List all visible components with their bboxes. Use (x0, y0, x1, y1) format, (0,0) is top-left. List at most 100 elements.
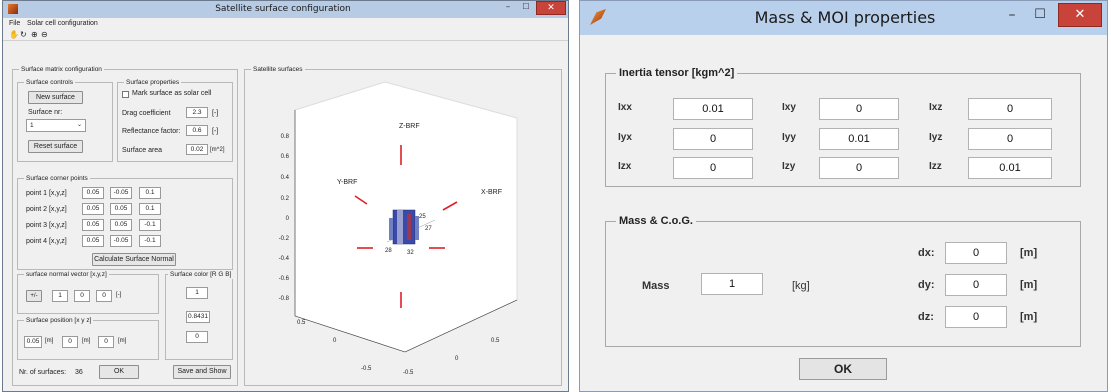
x-tick-label: 0.5 (491, 338, 500, 344)
normal-y-field[interactable]: 0 (74, 290, 90, 302)
inertia-label: Iyy (782, 132, 796, 143)
normal-x-field[interactable]: 1 (52, 290, 68, 302)
reflectance-unit: [-] (212, 128, 219, 135)
close-button[interactable]: ✕ (536, 1, 566, 15)
corner-y-field[interactable]: -0.05 (110, 235, 132, 247)
satellite-face (407, 214, 411, 240)
dx-unit: [m] (1020, 247, 1038, 259)
flip-normal-button[interactable]: +/- (26, 290, 42, 302)
corner-row-label: point 1 [x,y,z] (26, 190, 67, 197)
izz-field[interactable]: 0.01 (968, 157, 1052, 179)
iyz-field[interactable]: 0 (968, 128, 1052, 150)
surface-properties-title: Surface properties (124, 78, 182, 87)
color-g-field[interactable]: 0.8431 (186, 311, 210, 323)
dx-label: dx: (918, 247, 935, 259)
y-tick-label: 0.8 (281, 134, 290, 140)
normal-vector-group: surface normal vector [x,y,z] +/- 1 0 0 … (17, 270, 159, 314)
satellite-body (392, 209, 416, 245)
hand-icon[interactable]: ✋ (9, 30, 19, 39)
corner-z-field[interactable]: 0.1 (139, 203, 161, 215)
menu-file[interactable]: File (9, 20, 20, 27)
ok-button[interactable]: OK (99, 365, 139, 379)
x-brf-label: X-BRF (481, 189, 502, 196)
iyx-field[interactable]: 0 (673, 128, 753, 150)
drag-coefficient-field[interactable]: 2.3 (186, 107, 208, 118)
surface-color-group: Surface color [R G B] 1 0.8431 0 (165, 270, 234, 360)
normal-z-field[interactable]: 0 (96, 290, 112, 302)
corner-points-title: Surface corner points (24, 174, 90, 183)
corner-x-field[interactable]: 0.05 (82, 235, 104, 247)
maximize-button[interactable]: ☐ (518, 1, 534, 15)
dy-field[interactable]: 0 (945, 274, 1007, 296)
close-button[interactable]: ✕ (1058, 3, 1102, 27)
drag-coefficient-label: Drag coefficient (122, 110, 171, 117)
minimize-button[interactable]: – (500, 1, 516, 15)
satellite-panel (389, 218, 393, 240)
izy-field[interactable]: 0 (819, 157, 899, 179)
mass-label: Mass (642, 280, 670, 292)
nr-surfaces-label: Nr. of surfaces: (19, 369, 67, 376)
inertia-label: Izx (618, 161, 632, 172)
minimize-button[interactable]: – (1000, 7, 1024, 25)
x-tick-label: 0.5 (297, 320, 306, 326)
maximize-button[interactable]: ☐ (1028, 7, 1052, 25)
iyy-field[interactable]: 0.01 (819, 128, 899, 150)
surface-area-field[interactable]: 0.02 (186, 144, 208, 155)
ixy-field[interactable]: 0 (819, 98, 899, 120)
menu-solar-cell-configuration[interactable]: Solar cell configuration (27, 20, 98, 27)
position-z-field[interactable]: 0 (98, 336, 114, 348)
surface-nr-label: Surface nr: (28, 109, 63, 116)
surface-properties-group: Surface properties Mark surface as solar… (117, 78, 233, 162)
rotate-icon[interactable]: ↻ (20, 30, 27, 39)
color-b-field[interactable]: 0 (186, 331, 208, 343)
chevron-down-icon: ⌄ (76, 122, 82, 128)
surface-nr-select[interactable]: 1 ⌄ (26, 119, 86, 132)
corner-z-field[interactable]: 0.1 (139, 187, 161, 199)
corner-x-field[interactable]: 0.05 (82, 219, 104, 231)
reset-surface-button[interactable]: Reset surface (28, 140, 83, 153)
corner-z-field[interactable]: -0.1 (139, 235, 161, 247)
ixx-field[interactable]: 0.01 (673, 98, 753, 120)
dz-unit: [m] (1020, 311, 1038, 323)
y-tick-label: -0.8 (279, 296, 290, 302)
surface-nr-value: 1 (30, 122, 34, 129)
position-y-field[interactable]: 0 (62, 336, 78, 348)
ok-button[interactable]: OK (799, 358, 887, 380)
corner-x-field[interactable]: 0.05 (82, 203, 104, 215)
surface-controls-group: Surface controls New surface Surface nr:… (17, 78, 113, 162)
position-unit: [m] (118, 338, 127, 344)
dz-field[interactable]: 0 (945, 306, 1007, 328)
mark-solar-label: Mark surface as solar cell (132, 90, 212, 97)
corner-z-field[interactable]: -0.1 (139, 219, 161, 231)
izx-field[interactable]: 0 (673, 157, 753, 179)
solar-cell-checkbox[interactable] (122, 91, 129, 98)
corner-row-label: point 3 [x,y,z] (26, 222, 67, 229)
position-x-field[interactable]: 0.05 (24, 336, 42, 348)
save-and-show-button[interactable]: Save and Show (173, 365, 231, 379)
satellite-3d-plot[interactable]: 0.8 0.6 0.4 0.2 0 -0.2 -0.4 -0.6 -0.8 0.… (245, 70, 561, 385)
dx-field[interactable]: 0 (945, 242, 1007, 264)
inertia-label: Ixz (929, 102, 943, 113)
inertia-label: Iyz (929, 132, 943, 143)
y-tick-label: 0.6 (281, 154, 290, 160)
inertia-label: Ixy (782, 102, 796, 113)
reflectance-field[interactable]: 0.6 (186, 125, 208, 136)
corner-y-field[interactable]: 0.05 (110, 203, 132, 215)
zoom-out-icon[interactable]: ⊖ (41, 30, 48, 39)
corner-y-field[interactable]: -0.05 (110, 187, 132, 199)
y-tick-label: -0.4 (279, 256, 290, 262)
calculate-normal-button[interactable]: Calculate Surface Normal (92, 253, 176, 266)
color-r-field[interactable]: 1 (186, 287, 208, 299)
zoom-in-icon[interactable]: ⊕ (31, 30, 38, 39)
ixz-field[interactable]: 0 (968, 98, 1052, 120)
mass-cog-group: Mass & C.o.G. Mass 1 [kg] dx: 0 [m] dy: … (605, 213, 1081, 347)
inertia-tensor-title: Inertia tensor [kgm^2] (616, 65, 738, 81)
corner-y-field[interactable]: 0.05 (110, 219, 132, 231)
new-surface-button[interactable]: New surface (28, 91, 83, 104)
corner-x-field[interactable]: 0.05 (82, 187, 104, 199)
drag-unit: [-] (212, 110, 219, 117)
corner-row-label: point 2 [x,y,z] (26, 206, 67, 213)
corner-row-label: point 4 [x,y,z] (26, 238, 67, 245)
position-unit: [m] (45, 338, 54, 344)
mass-field[interactable]: 1 (701, 273, 763, 295)
